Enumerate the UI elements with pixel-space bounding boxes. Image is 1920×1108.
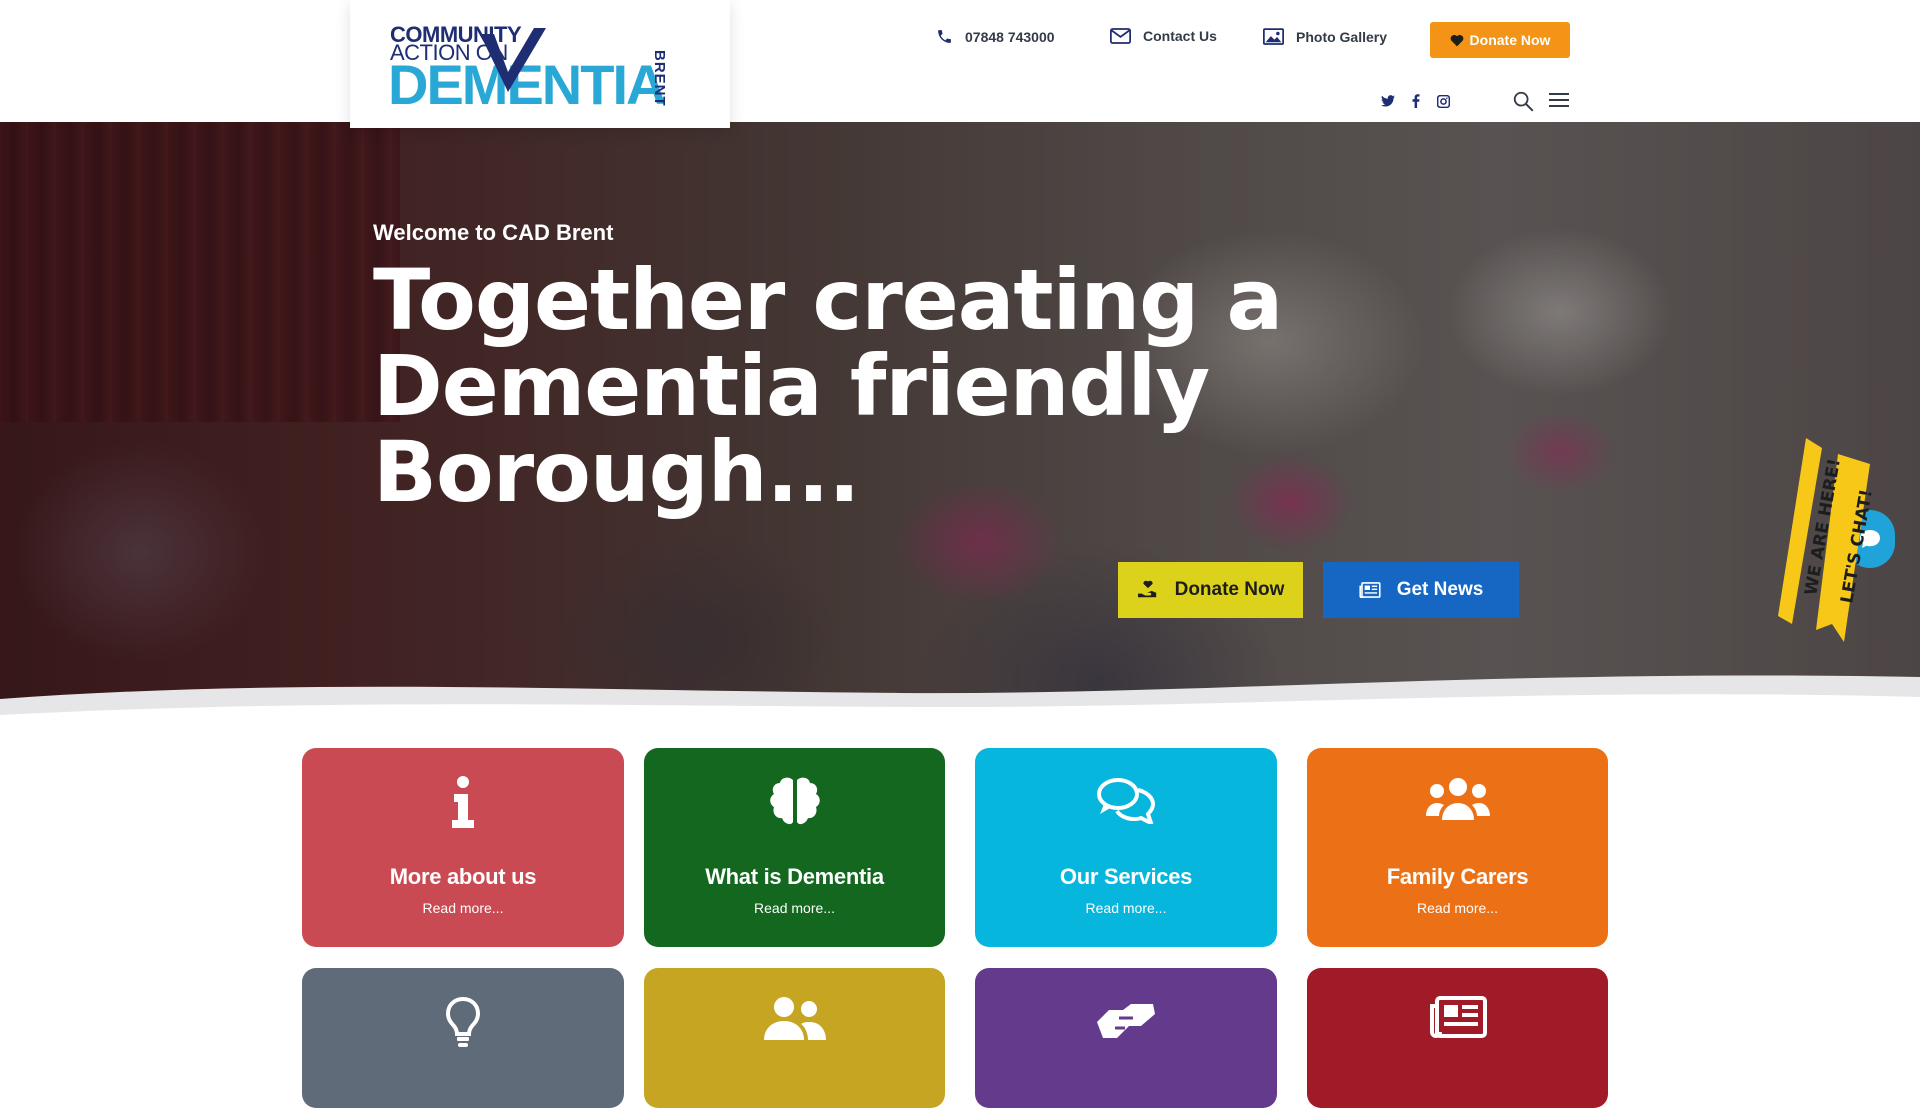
- gallery-link[interactable]: Photo Gallery: [1263, 28, 1387, 45]
- users-icon: [1307, 776, 1608, 822]
- twitter-icon[interactable]: [1379, 92, 1397, 110]
- comments-icon: [975, 776, 1277, 824]
- tile-get-involved[interactable]: [975, 968, 1277, 1108]
- image-icon: [1263, 28, 1284, 45]
- hero-title: Together creating a Dementia friendly Bo…: [373, 257, 1313, 515]
- tile-useful-information[interactable]: [302, 968, 624, 1108]
- tile-title: Our Services: [1059, 864, 1193, 889]
- tile-living-with-dementia[interactable]: [644, 968, 945, 1108]
- facebook-icon[interactable]: [1407, 92, 1425, 110]
- contact-label: Contact Us: [1143, 28, 1217, 44]
- hero-wave-divider: [0, 675, 1920, 727]
- envelope-icon: [1110, 28, 1131, 44]
- tile-read-more-link[interactable]: Read more...: [1307, 900, 1608, 916]
- logo-tick-icon: [480, 28, 546, 92]
- lightbulb-icon: [302, 996, 624, 1048]
- chat-ribbon[interactable]: WE ARE HERE! LET'S CHAT!: [1778, 434, 1877, 649]
- site-header: COMMUNITY ACTION ON DEMENTIA BRENT 07848…: [0, 0, 1920, 128]
- tile-title: More about us: [389, 864, 537, 889]
- hero-title-line: Dementia friendly: [373, 337, 1210, 435]
- donate-button-hero[interactable]: Donate Now: [1118, 562, 1303, 618]
- user-friends-icon: [644, 996, 945, 1042]
- handshake-icon: [975, 996, 1277, 1044]
- info-icon: [302, 776, 624, 828]
- tile-read-more-link[interactable]: Read more...: [975, 900, 1277, 916]
- site-logo[interactable]: COMMUNITY ACTION ON DEMENTIA BRENT: [350, 0, 730, 128]
- donate-label-header: Donate Now: [1469, 32, 1551, 48]
- hero-title-line: Together creating a: [373, 251, 1283, 349]
- brain-icon: [644, 776, 945, 828]
- tile-our-services[interactable]: Our Services Read more...: [975, 748, 1277, 947]
- hero-welcome: Welcome to CAD Brent: [373, 220, 614, 245]
- contact-link[interactable]: Contact Us: [1110, 28, 1217, 44]
- logo-brent: BRENT: [651, 50, 668, 107]
- gallery-label: Photo Gallery: [1296, 28, 1388, 45]
- tile-news-updates[interactable]: [1307, 968, 1608, 1108]
- donate-label-hero: Donate Now: [1174, 579, 1285, 600]
- hand-holding-heart-icon: [1137, 580, 1156, 598]
- tile-what-is-dementia[interactable]: What is Dementia Read more...: [644, 748, 945, 947]
- instagram-icon[interactable]: [1434, 92, 1452, 110]
- tile-family-carers[interactable]: Family Carers Read more...: [1307, 748, 1608, 947]
- menu-icon[interactable]: [1549, 92, 1569, 108]
- tile-title: What is Dementia: [705, 864, 884, 889]
- tile-title: Family Carers: [1386, 864, 1529, 889]
- phone-number: 07848 743000: [965, 28, 1055, 45]
- get-news-button[interactable]: Get News: [1323, 562, 1519, 618]
- phone-link[interactable]: 07848 743000: [936, 28, 1055, 45]
- newspaper-icon: [1307, 996, 1608, 1038]
- tile-more-about-us[interactable]: More about us Read more...: [302, 748, 624, 947]
- tile-read-more-link[interactable]: Read more...: [644, 900, 945, 916]
- phone-icon: [938, 30, 951, 43]
- tile-read-more-link[interactable]: Read more...: [302, 900, 624, 916]
- get-news-label: Get News: [1396, 579, 1484, 600]
- search-icon[interactable]: [1512, 90, 1534, 112]
- hero-banner: Welcome to CAD Brent Together creating a…: [0, 122, 1920, 727]
- newspaper-icon: [1359, 582, 1381, 598]
- donate-button-header[interactable]: Donate Now: [1430, 22, 1570, 58]
- hero-title-line: Borough...: [373, 423, 860, 521]
- heart-icon: [1450, 34, 1463, 46]
